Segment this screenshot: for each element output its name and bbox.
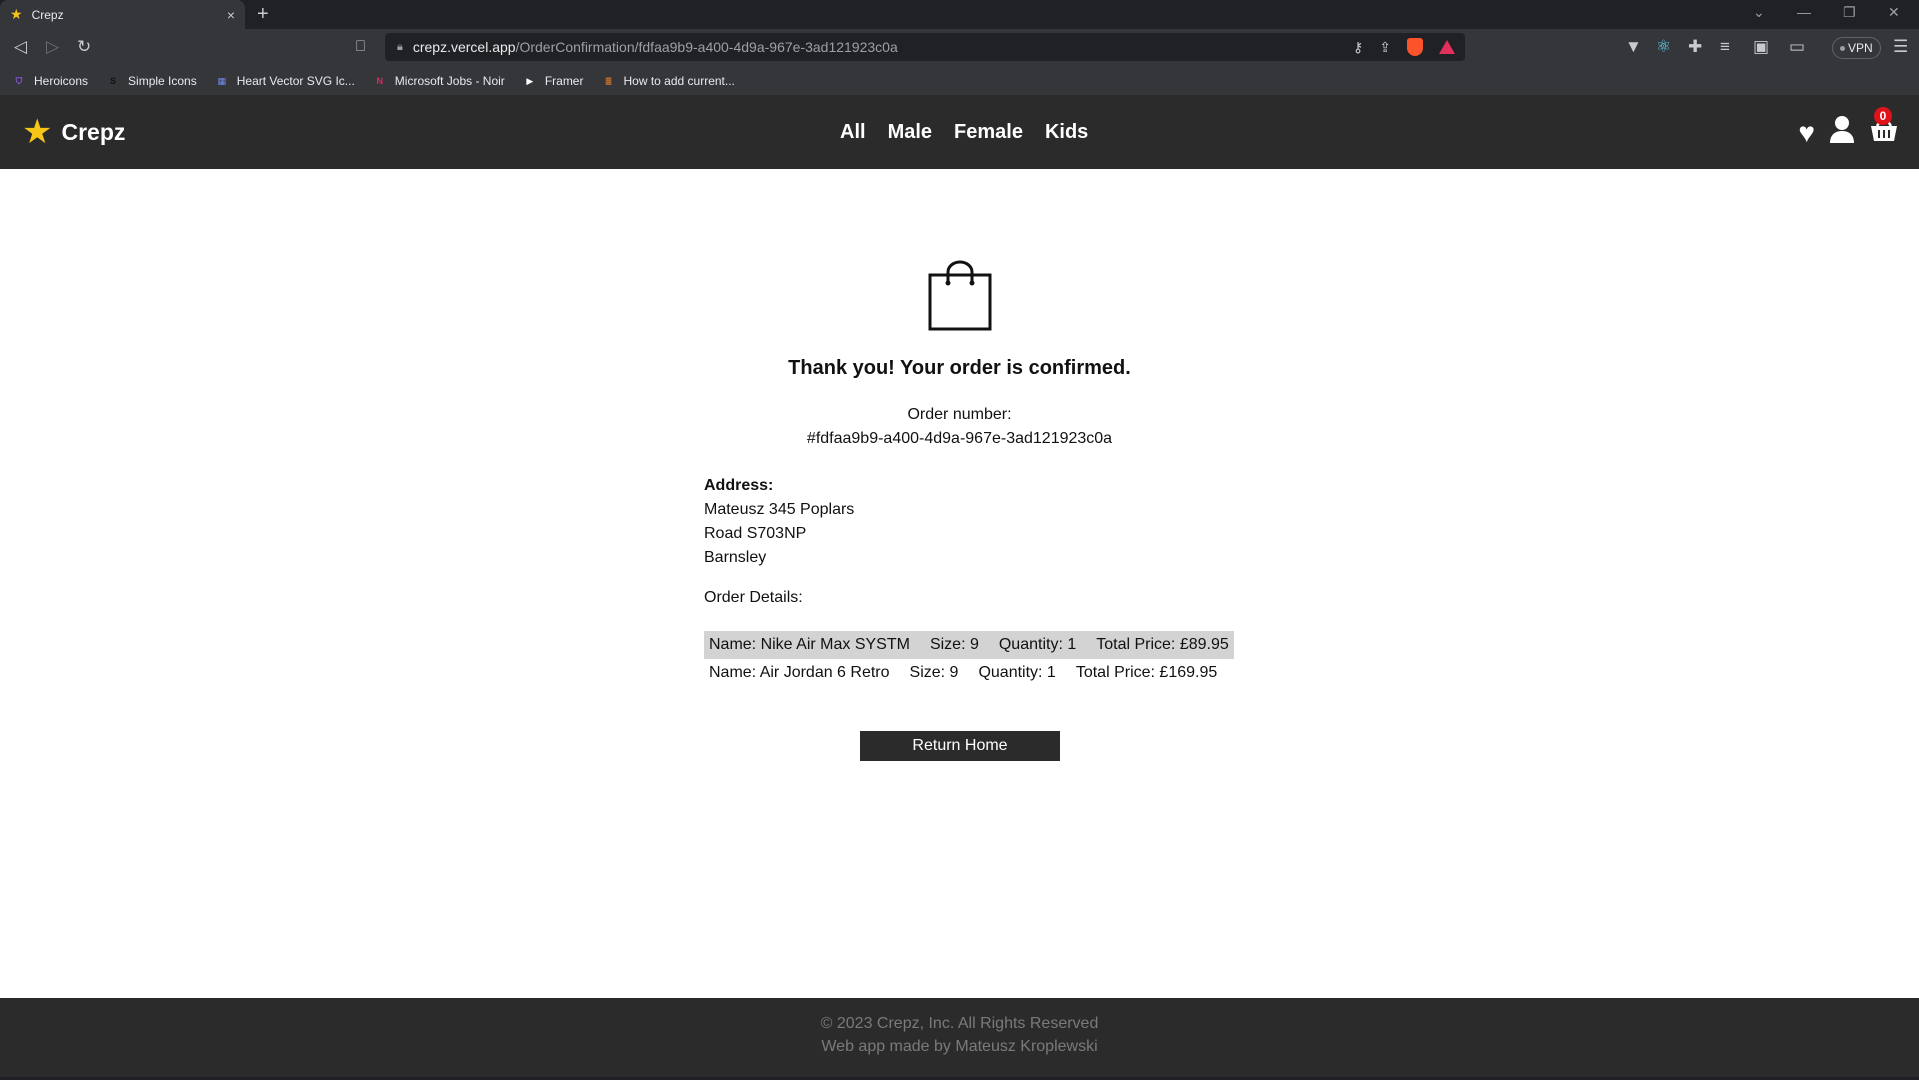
- confirmation-heading: Thank you! Your order is confirmed.: [788, 357, 1131, 379]
- item-total-price: Total Price: £169.95: [1075, 664, 1218, 681]
- header-actions: ♥ 0: [1798, 107, 1899, 150]
- bookmark-icon[interactable]: ⎕: [356, 38, 365, 56]
- brand-name: Crepz: [61, 118, 126, 145]
- bookmark-label: Framer: [544, 73, 584, 88]
- order-number-label: Order number:: [907, 406, 1012, 423]
- heart-icon[interactable]: ♥: [1798, 117, 1815, 149]
- brand-logo[interactable]: ★ Crepz: [22, 113, 126, 151]
- bookmark-item[interactable]: ▶ Framer: [523, 73, 584, 88]
- bookmarks-bar: ⛉ Heroicons S Simple Icons ▦ Heart Vector SVG…: [0, 66, 1919, 95]
- sidebar-icon[interactable]: ▣: [1753, 38, 1769, 56]
- url-path: /OrderConfirmation/fdfaa9b9-a400-4d9a-96…: [515, 39, 898, 55]
- vpn-extension-icon[interactable]: ▼: [1625, 38, 1642, 56]
- brave-shields-icon[interactable]: [1407, 38, 1423, 56]
- key-icon[interactable]: ⚷: [1353, 39, 1363, 56]
- order-items-list: Name: Nike Air Max SYSTM Size: 9 Quantit…: [704, 631, 1234, 687]
- bookmark-item[interactable]: S Simple Icons: [106, 74, 197, 88]
- bookmark-item[interactable]: N Microsoft Jobs - Noir: [373, 74, 505, 88]
- basket-count-badge: 0: [1874, 107, 1892, 125]
- playlist-icon[interactable]: ≡: [1720, 38, 1730, 56]
- bookmark-label: Microsoft Jobs - Noir: [394, 73, 505, 88]
- new-tab-button[interactable]: +: [257, 2, 269, 26]
- url-host: crepz.vercel.app: [412, 39, 516, 55]
- close-window-icon[interactable]: ✕: [1888, 4, 1900, 21]
- extensions-icon[interactable]: ✚: [1688, 38, 1702, 56]
- vpn-button[interactable]: VPN: [1832, 37, 1881, 59]
- tab-search-icon[interactable]: ⌄: [1753, 4, 1765, 21]
- react-devtools-icon[interactable]: ⚛: [1656, 38, 1671, 56]
- restore-icon[interactable]: ❐: [1843, 4, 1856, 21]
- order-item-row: Name: Nike Air Max SYSTM Size: 9 Quantit…: [704, 631, 1234, 659]
- framer-icon: ▶: [526, 75, 534, 86]
- address-bar[interactable]: 🔒︎ crepz.vercel.app /OrderConfirmation/f…: [385, 33, 1465, 61]
- nav-all[interactable]: All: [840, 121, 866, 144]
- bookmark-label: Heart Vector SVG Ic...: [236, 73, 355, 88]
- browser-toolbar: ◁ ▷ ↻ ⎕ 🔒︎ crepz.vercel.app /OrderConfir…: [0, 29, 1919, 66]
- user-icon[interactable]: [1829, 115, 1855, 150]
- order-confirmation-page: Thank you! Your order is confirmed. Orde…: [0, 169, 1919, 998]
- vpn-label: VPN: [1848, 41, 1873, 55]
- shield-icon: ⛉: [15, 75, 23, 86]
- nav-female[interactable]: Female: [954, 121, 1023, 144]
- site-header: ★ Crepz All Male Female Kids ♥ 0: [0, 95, 1919, 169]
- wallet-icon[interactable]: ▭: [1789, 38, 1805, 56]
- nav-male[interactable]: Male: [888, 121, 932, 144]
- item-size: Size: 9: [929, 636, 979, 653]
- bookmark-label: How to add current...: [623, 73, 735, 88]
- menu-icon[interactable]: ☰: [1893, 38, 1908, 56]
- credit-text: Web app made by Mateusz Kroplewski: [821, 1038, 1098, 1055]
- item-quantity: Quantity: 1: [978, 664, 1056, 681]
- item-quantity: Quantity: 1: [998, 636, 1077, 653]
- svgrepo-icon: ▦: [217, 75, 226, 86]
- close-tab-icon[interactable]: ×: [227, 7, 235, 23]
- copyright-text: © 2023 Crepz, Inc. All Rights Reserved: [820, 1015, 1099, 1032]
- order-details-label: Order Details:: [704, 589, 803, 606]
- address-block: Address: Mateusz 345 Poplars Road S703NP…: [704, 474, 854, 570]
- item-name: Name: Air Jordan 6 Retro: [709, 664, 890, 681]
- bookmark-label: Heroicons: [34, 73, 89, 88]
- forward-icon[interactable]: ▷: [46, 38, 59, 56]
- address-line: Road S703NP: [704, 525, 807, 542]
- site-footer: © 2023 Crepz, Inc. All Rights Reserved W…: [0, 998, 1919, 1077]
- shopping-bag-icon: [928, 260, 992, 331]
- bookmark-item[interactable]: ⛉ Heroicons: [12, 74, 88, 88]
- noir-icon: N: [376, 75, 384, 86]
- order-item-row: Name: Air Jordan 6 Retro Size: 9 Quantit…: [704, 659, 1234, 687]
- address-label: Address:: [704, 477, 774, 494]
- tab-title: Crepz: [31, 7, 64, 22]
- minimize-icon[interactable]: —: [1797, 4, 1811, 20]
- browser-tab[interactable]: ★ Crepz ×: [0, 0, 245, 29]
- main-nav: All Male Female Kids: [840, 121, 1088, 144]
- share-icon[interactable]: ⇪: [1379, 39, 1391, 56]
- star-logo-icon: ★: [22, 113, 53, 151]
- nav-kids[interactable]: Kids: [1045, 121, 1088, 144]
- item-total-price: Total Price: £89.95: [1096, 636, 1229, 653]
- address-line: Barnsley: [704, 549, 767, 566]
- star-icon: ★: [10, 6, 23, 22]
- back-icon[interactable]: ◁: [14, 38, 27, 56]
- brave-rewards-icon[interactable]: [1439, 40, 1455, 54]
- stackoverflow-icon: ≣: [604, 75, 613, 86]
- item-name: Name: Nike Air Max SYSTM: [709, 636, 910, 653]
- bookmark-label: Simple Icons: [128, 73, 197, 88]
- bookmark-item[interactable]: ≣ How to add current...: [601, 73, 735, 88]
- vpn-status-dot: [1840, 46, 1845, 52]
- return-home-button[interactable]: Return Home: [860, 731, 1060, 761]
- item-size: Size: 9: [909, 664, 959, 681]
- order-number: #fdfaa9b9-a400-4d9a-967e-3ad121923c0a: [806, 430, 1113, 447]
- simpleicons-icon: S: [110, 75, 117, 86]
- basket-icon[interactable]: 0: [1869, 107, 1899, 150]
- address-line: Mateusz 345 Poplars: [704, 501, 855, 518]
- reload-icon[interactable]: ↻: [77, 38, 91, 56]
- browser-tab-strip: ★ Crepz × + ⌄ — ❐ ✕: [0, 0, 1919, 29]
- bookmark-item[interactable]: ▦ Heart Vector SVG Ic...: [215, 73, 355, 88]
- lock-icon: 🔒︎: [397, 40, 403, 53]
